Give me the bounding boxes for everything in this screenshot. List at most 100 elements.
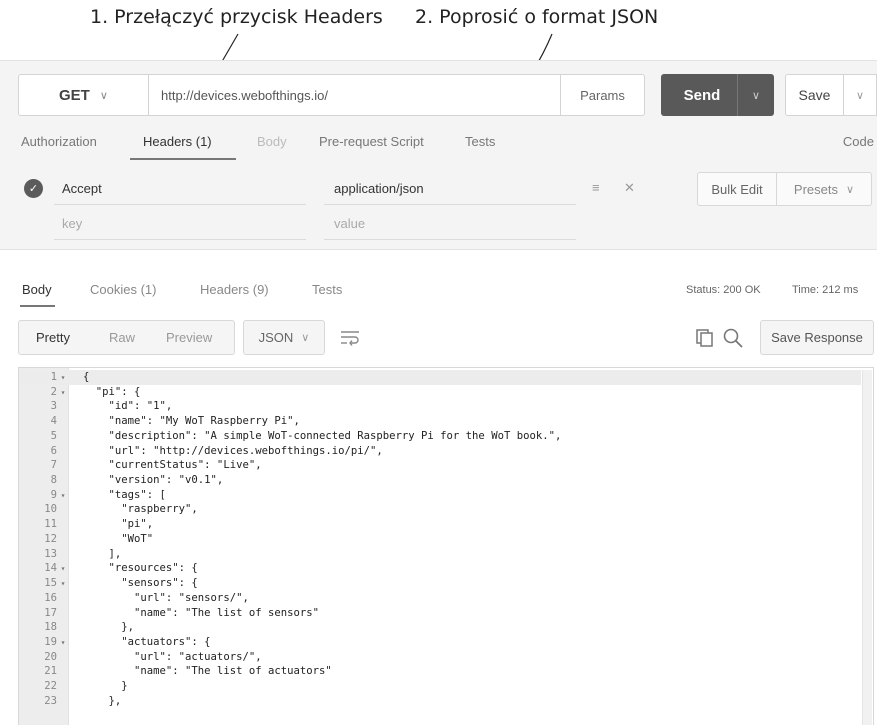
resp-tab-cookies[interactable]: Cookies (1) <box>90 282 156 297</box>
save-response-button[interactable]: Save Response <box>760 320 874 355</box>
value-placeholder[interactable]: value <box>334 216 365 231</box>
bulk-edit-button[interactable]: Bulk Edit <box>697 172 777 206</box>
wrap-lines-icon[interactable] <box>333 321 367 354</box>
code-line: 23 }, <box>19 694 561 709</box>
send-button[interactable]: Send ∨ <box>661 74 774 116</box>
fold-arrow-icon[interactable]: ▾ <box>57 386 69 401</box>
line-number: 19 <box>44 635 57 648</box>
format-select[interactable]: JSON ∨ <box>243 320 325 355</box>
code-text: "url": "actuators/", <box>83 650 262 663</box>
code-line: 22 } <box>19 679 561 694</box>
fold-arrow-icon[interactable]: ▾ <box>57 577 69 592</box>
code-text: "actuators": { <box>83 635 211 648</box>
line-number: 11 <box>44 518 57 531</box>
code-text: "name": "My WoT Raspberry Pi", <box>83 415 300 428</box>
code-line: 15 ▾ "sensors": { <box>19 576 561 591</box>
code-text: "description": "A simple WoT-connected R… <box>83 429 562 442</box>
check-circle-icon[interactable]: ✓ <box>24 179 43 198</box>
params-button[interactable]: Params <box>561 74 645 116</box>
chevron-down-icon[interactable]: ∨ <box>737 74 774 116</box>
code-line: 18 }, <box>19 620 561 635</box>
method-label: GET <box>59 86 90 104</box>
line-number: 15 <box>44 577 57 590</box>
annotation-json: 2. Poprosić o format JSON <box>415 6 659 28</box>
tab-body[interactable]: Body <box>257 134 287 149</box>
header-value[interactable]: application/json <box>334 181 424 196</box>
code-text: "raspberry", <box>83 503 198 516</box>
code-line: 9 ▾ "tags": [ <box>19 488 561 503</box>
line-number: 17 <box>44 606 57 619</box>
resp-tab-headers[interactable]: Headers (9) <box>200 282 269 297</box>
line-number: 12 <box>44 532 57 545</box>
active-tab-indicator <box>130 158 236 160</box>
code-line: 5 "description": "A simple WoT-connected… <box>19 429 562 444</box>
code-line: 4 "name": "My WoT Raspberry Pi", <box>19 414 561 429</box>
response-editor[interactable]: 1 ▾{2 ▾ "pi": {3 "id": "1", 4 "name": "My W… <box>18 367 874 725</box>
code-line: 8 "version": "v0.1", <box>19 473 561 488</box>
response-tabs: Body Cookies (1) Headers (9) Tests Statu… <box>0 276 877 308</box>
fold-arrow-icon[interactable]: ▾ <box>57 636 69 651</box>
code-line: 20 "url": "actuators/", <box>19 650 561 665</box>
request-tabs: Authorization Headers (1) Body Pre-reque… <box>0 128 877 162</box>
chevron-down-icon: ∨ <box>301 332 310 344</box>
resp-tab-tests[interactable]: Tests <box>312 282 342 297</box>
fold-arrow-icon[interactable]: ▾ <box>57 489 69 504</box>
resp-tab-body[interactable]: Body <box>22 282 52 297</box>
line-number: 18 <box>44 621 57 634</box>
line-number: 21 <box>44 665 57 678</box>
save-button[interactable]: Save ∨ <box>785 74 877 116</box>
code-line: 12 "WoT" <box>19 532 561 547</box>
key-placeholder[interactable]: key <box>62 216 82 231</box>
pretty-button[interactable]: Pretty <box>36 330 70 345</box>
line-number: 23 <box>44 694 57 707</box>
line-number: 16 <box>44 591 57 604</box>
hamburger-icon[interactable]: ≡ <box>592 180 600 195</box>
code-link[interactable]: Code <box>843 134 874 149</box>
key-divider <box>54 204 306 205</box>
header-key[interactable]: Accept <box>62 181 102 196</box>
chevron-down-icon[interactable]: ∨ <box>843 75 876 115</box>
preview-button[interactable]: Preview <box>166 330 212 345</box>
code-line: 7 "currentStatus": "Live", <box>19 458 561 473</box>
tab-prerequest-script[interactable]: Pre-request Script <box>319 134 424 149</box>
code-line: 21 "name": "The list of actuators" <box>19 664 561 679</box>
url-value: http://devices.webofthings.io/ <box>161 87 328 103</box>
line-number: 1 <box>50 371 57 383</box>
code-text: } <box>83 680 128 693</box>
tab-headers[interactable]: Headers (1) <box>143 134 212 149</box>
code-text: "resources": { <box>83 562 198 575</box>
close-icon[interactable]: ✕ <box>624 180 635 196</box>
line-number: 20 <box>44 650 57 663</box>
method-select[interactable]: GET ∨ <box>18 74 148 116</box>
value-divider <box>324 204 576 205</box>
code-text: ], <box>83 547 122 560</box>
code-text: "version": "v0.1", <box>83 474 224 487</box>
copy-icon[interactable] <box>695 328 715 348</box>
chevron-down-icon: ∨ <box>99 89 108 102</box>
code-line: 6 "url": "http://devices.webofthings.io/… <box>19 444 561 459</box>
line-number: 6 <box>50 444 57 457</box>
code-line: 19 ▾ "actuators": { <box>19 635 561 650</box>
annotation-headers: 1. Przełączyć przycisk Headers <box>90 6 383 28</box>
fold-arrow-icon[interactable]: ▾ <box>57 562 69 577</box>
view-mode-group: Pretty Raw Preview <box>18 320 235 355</box>
tab-authorization[interactable]: Authorization <box>21 134 97 149</box>
presets-button[interactable]: Presets ∨ <box>777 172 872 206</box>
raw-button[interactable]: Raw <box>109 330 135 345</box>
line-number: 14 <box>44 562 57 575</box>
response-toolbar: Pretty Raw Preview JSON ∨ Save Response <box>0 318 877 358</box>
presets-label: Presets <box>793 181 838 197</box>
line-number: 10 <box>44 503 57 516</box>
code-text: "WoT" <box>83 532 154 545</box>
search-icon[interactable] <box>722 327 744 349</box>
scrollbar[interactable] <box>862 370 872 725</box>
line-number: 5 <box>50 429 57 442</box>
url-input[interactable]: http://devices.webofthings.io/ <box>148 74 561 116</box>
code-text: "tags": [ <box>83 488 166 501</box>
line-number: 13 <box>44 547 57 560</box>
format-label: JSON <box>258 330 294 345</box>
code-line: 1 ▾ { <box>19 370 561 385</box>
fold-arrow-icon[interactable]: ▾ <box>57 371 69 386</box>
tab-tests[interactable]: Tests <box>465 134 495 149</box>
code-line: 14 ▾ "resources": { <box>19 561 561 576</box>
